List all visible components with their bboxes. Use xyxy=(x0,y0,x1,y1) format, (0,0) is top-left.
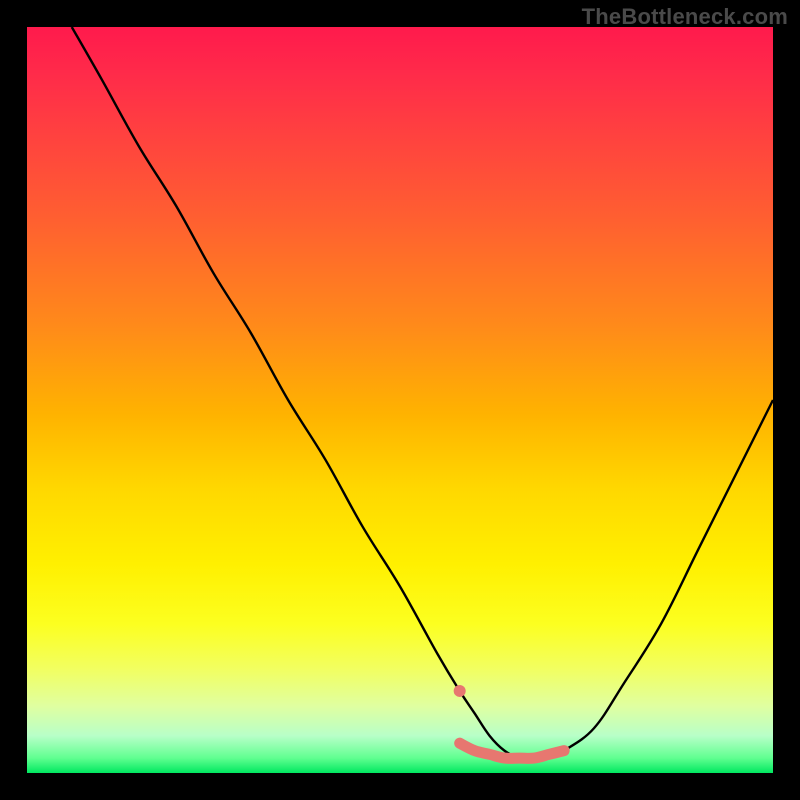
plot-area xyxy=(27,27,773,773)
chart-frame: TheBottleneck.com xyxy=(0,0,800,800)
highlight-start-dot xyxy=(454,685,466,697)
highlight-band xyxy=(460,743,564,758)
curve-layer xyxy=(27,27,773,773)
watermark-text: TheBottleneck.com xyxy=(582,4,788,30)
bottleneck-curve xyxy=(72,27,773,759)
